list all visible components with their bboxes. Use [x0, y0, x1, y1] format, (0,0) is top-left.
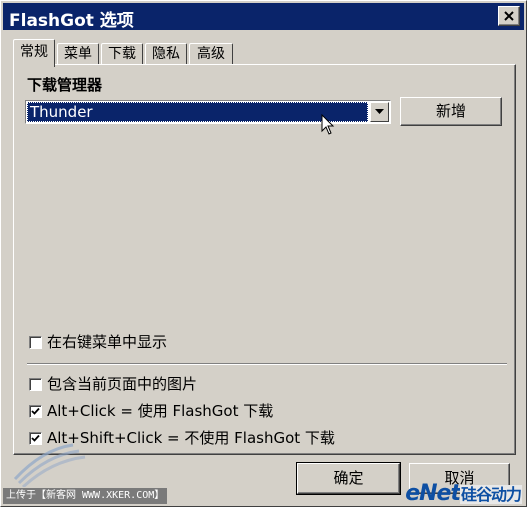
watermark-left: 上传于【新客网 WWW.XKER.COM】 — [3, 488, 168, 504]
tab-download-label: 下载 — [108, 46, 136, 62]
watermark-right-main: eNet — [405, 481, 461, 506]
ok-button[interactable]: 确定 — [296, 462, 401, 495]
watermark-right-sub: 硅谷动力 — [459, 485, 522, 504]
tab-panel-general — [13, 64, 516, 455]
close-button[interactable] — [498, 6, 520, 26]
tab-menu[interactable]: 菜单 — [57, 43, 99, 65]
watermark-logo-icon — [13, 443, 86, 487]
tab-advanced-label: 高级 — [197, 46, 225, 62]
options-dialog: FlashGot 选项 常规 菜单 下载 隐私 高级 下载管理器 Thunder — [0, 0, 527, 507]
title-bar[interactable]: FlashGot 选项 — [3, 3, 524, 31]
window-title: FlashGot 选项 — [9, 11, 134, 31]
close-icon — [504, 11, 514, 21]
tab-download[interactable]: 下载 — [101, 43, 143, 65]
watermark-right: eNet硅谷动力 — [405, 481, 522, 506]
tab-general[interactable]: 常规 — [13, 39, 55, 67]
tab-advanced[interactable]: 高级 — [189, 43, 233, 65]
tab-general-label: 常规 — [20, 44, 48, 60]
tab-privacy-label: 隐私 — [152, 46, 180, 62]
tab-menu-label: 菜单 — [64, 46, 92, 62]
tab-privacy[interactable]: 隐私 — [145, 43, 187, 65]
